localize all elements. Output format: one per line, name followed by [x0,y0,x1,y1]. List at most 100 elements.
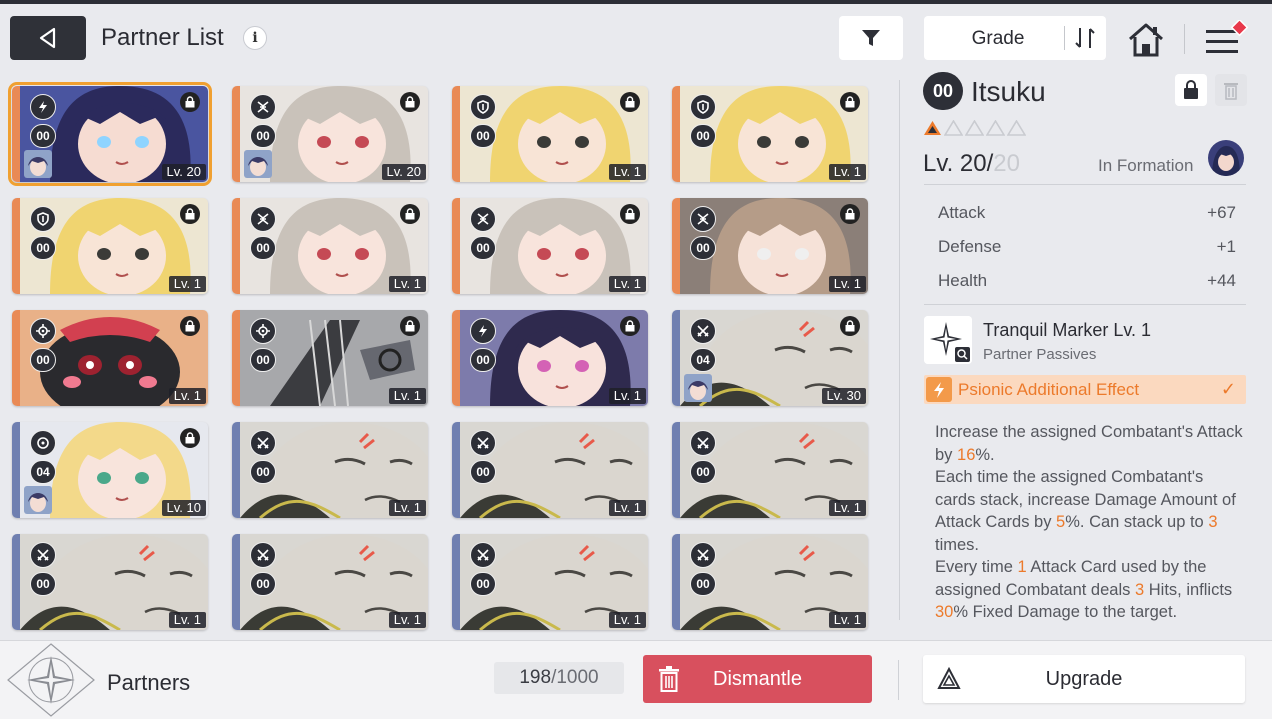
rarity-stripe [12,198,20,294]
tier-badge: 04 [690,348,716,372]
discard-button[interactable] [1215,74,1247,106]
partner-level: Lv. 20/20 [923,150,1020,178]
rarity-stripe [232,86,240,182]
grade-star-empty-icon [965,120,984,136]
partner-card[interactable]: 00 Lv. 20 [232,86,428,182]
info-icon[interactable]: i [243,26,267,50]
swords-icon [250,94,276,120]
bottom-separator [898,660,899,700]
partner-card[interactable]: 04 Lv. 10 [12,422,208,518]
upgrade-label: Upgrade [1045,668,1123,690]
shield-icon [690,94,716,120]
partner-card[interactable]: 00 Lv. 1 [452,198,648,294]
lock-icon [400,204,420,224]
stat-value: +1 [1216,237,1236,256]
top-edge [0,0,1272,4]
partner-card[interactable]: 00 Lv. 1 [12,534,208,630]
lock-icon [180,204,200,224]
psionic-icon [926,377,952,402]
tier-badge: 00 [690,124,716,148]
crossed-swords-icon [470,542,496,568]
partner-card[interactable]: 00 Lv. 1 [452,534,648,630]
back-button[interactable] [10,16,86,60]
partner-card[interactable]: 00 Lv. 1 [12,310,208,406]
formation-label: In Formation [1098,156,1194,175]
shield-icon [30,206,56,232]
tier-badge: 00 [30,572,56,596]
lock-icon [620,92,640,112]
tier-badge: 00 [30,124,56,148]
partner-card[interactable]: 00 Lv. 1 [452,310,648,406]
partner-card[interactable]: 00 Lv. 1 [232,534,428,630]
rarity-stripe [452,86,460,182]
lock-icon [1184,80,1198,99]
partner-card[interactable]: 00 Lv. 1 [672,198,868,294]
rarity-stripe [232,310,240,406]
check-icon: ✓ [1220,379,1236,399]
passive-skill-icon[interactable] [924,316,972,364]
sort-order-icon[interactable] [1071,25,1101,51]
partner-card[interactable]: 00 Lv. 20 [8,82,212,186]
partners-label: Partners [107,670,191,695]
lock-button[interactable] [1175,74,1207,106]
tier-badge: 00 [250,572,276,596]
tier-badge: 00 [250,236,276,260]
lock-icon [620,204,640,224]
grade-star-filled-icon [924,121,941,135]
sort-label: Grade [971,28,1025,49]
level-label: Lv. 1 [608,388,646,404]
tier-badge: 00 [250,348,276,372]
equipped-combatant-avatar [24,150,52,178]
rarity-stripe [672,198,680,294]
stat-label: Health [938,271,988,290]
description-paragraph: Every time 1 Attack Card used by the ass… [935,556,1245,624]
menu-icon[interactable] [1202,20,1252,60]
level-label: Lv. 1 [168,612,206,628]
filter-button[interactable] [839,16,903,60]
partner-card[interactable]: 00 Lv. 1 [452,86,648,182]
home-icon[interactable] [1124,20,1168,60]
description-text: %. Can stack up to [1065,513,1209,531]
partner-card[interactable]: 00 Lv. 1 [232,198,428,294]
partner-card[interactable]: 00 Lv. 1 [12,198,208,294]
partner-card[interactable]: 00 Lv. 1 [672,86,868,182]
crossed-swords-icon [470,430,496,456]
formation-avatar[interactable] [1208,140,1244,176]
grade-star-empty-icon [986,120,1005,136]
swords-icon [250,206,276,232]
level-label: Lv. 1 [388,388,426,404]
partner-card[interactable]: 00 Lv. 1 [452,422,648,518]
dismantle-button[interactable]: Dismantle [643,655,872,703]
tier-badge: 00 [470,348,496,372]
upgrade-button[interactable]: Upgrade [923,655,1245,703]
sort-dropdown[interactable]: Grade [924,16,1106,60]
swords-icon [690,206,716,232]
tier-badge: 00 [690,572,716,596]
partner-card[interactable]: 00 Lv. 1 [232,422,428,518]
lock-icon [180,92,200,112]
lock-icon [400,92,420,112]
level-label: Lv. 20 [381,164,426,180]
rarity-stripe [232,198,240,294]
rarity-stripe [672,310,680,406]
level-max: 20 [993,150,1020,177]
level-current: Lv. 20/ [923,150,994,177]
crossed-swords-icon [30,542,56,568]
dismantle-label: Dismantle [713,668,802,690]
page-title: Partner List [101,24,224,51]
circle-icon [30,430,56,456]
stats-top-separator [924,184,1246,185]
partner-card[interactable]: 00 Lv. 1 [672,534,868,630]
lock-icon [840,204,860,224]
partner-card[interactable]: 00 Lv. 1 [232,310,428,406]
rarity-stripe [452,534,460,630]
level-label: Lv. 20 [161,164,206,180]
level-label: Lv. 1 [168,276,206,292]
rarity-stripe [232,534,240,630]
highlight-value: 30 [935,603,954,621]
psionic-effect-row[interactable]: Psionic Additional Effect ✓ [924,375,1246,404]
level-label: Lv. 1 [388,500,426,516]
rarity-stripe [12,534,20,630]
partner-card[interactable]: 00 Lv. 1 [672,422,868,518]
partner-card[interactable]: 04 Lv. 30 [672,310,868,406]
